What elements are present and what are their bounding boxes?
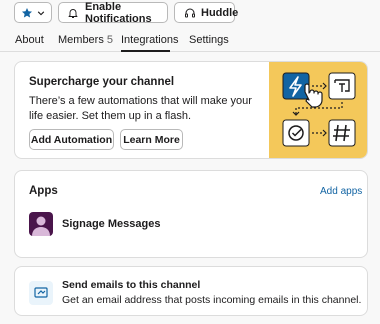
- hand-pointer-icon: [304, 83, 323, 108]
- automation-promo-card: Supercharge your channel There’s a few a…: [14, 61, 368, 159]
- channel-toolbar: Enable Notifications Huddle: [0, 0, 380, 28]
- huddle-button[interactable]: Huddle: [174, 2, 239, 23]
- send-emails-title: Send emails to this channel: [62, 279, 201, 291]
- automation-illustration: [269, 62, 367, 158]
- app-list-item[interactable]: Signage Messages: [29, 211, 160, 237]
- email-forward-icon: [29, 281, 53, 305]
- tab-settings[interactable]: Settings: [189, 34, 229, 46]
- tab-members[interactable]: Members 5: [58, 34, 113, 46]
- text-frame-icon: [328, 72, 356, 100]
- tab-about-label: About: [15, 34, 44, 46]
- tab-members-label: Members: [58, 34, 104, 46]
- enable-notifications-button[interactable]: Enable Notifications: [58, 0, 168, 25]
- send-emails-description: Get an email address that posts incoming…: [62, 294, 362, 306]
- check-circle-icon: [282, 119, 310, 147]
- star-icon: [21, 7, 33, 19]
- bell-icon: [67, 7, 79, 19]
- apps-title: Apps: [29, 185, 58, 197]
- apps-card: Apps Add apps Signage Messages: [14, 170, 368, 258]
- tab-integrations-label: Integrations: [121, 34, 179, 46]
- huddle-label: Huddle: [201, 6, 239, 19]
- app-avatar: [29, 212, 53, 236]
- add-apps-link[interactable]: Add apps: [320, 186, 362, 197]
- hash-icon: [328, 119, 356, 147]
- tab-integrations[interactable]: Integrations: [121, 34, 178, 46]
- active-tab-indicator: [121, 50, 170, 52]
- learn-more-button[interactable]: Learn More: [120, 129, 183, 150]
- arrow-icon-2: [312, 129, 327, 137]
- arrow-icon: [312, 82, 327, 90]
- add-automation-button[interactable]: Add Automation: [29, 129, 114, 150]
- tab-about[interactable]: About: [15, 34, 44, 46]
- star-button[interactable]: [14, 2, 52, 23]
- members-count: 5: [106, 34, 113, 46]
- app-name: Signage Messages: [62, 218, 161, 230]
- channel-tabs: About Members 5 Integrations Settings: [0, 28, 380, 52]
- promo-description: There’s a few automations that will make…: [29, 95, 252, 122]
- promo-title: Supercharge your channel: [29, 76, 175, 88]
- headphones-icon: [184, 7, 196, 19]
- send-emails-card[interactable]: Send emails to this channel Get an email…: [14, 266, 368, 316]
- tab-settings-label: Settings: [189, 34, 229, 46]
- chevron-down-icon: [37, 9, 45, 17]
- enable-notifications-label: Enable Notifications: [85, 0, 152, 25]
